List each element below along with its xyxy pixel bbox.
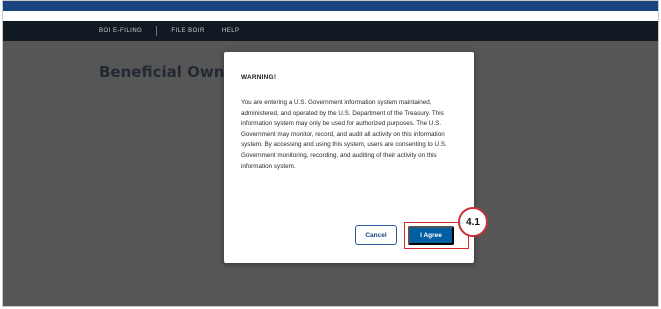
step-callout-badge: 4.1	[458, 207, 488, 237]
top-banner-stripe	[3, 1, 658, 11]
nav-item-file-boir[interactable]: FILE BOIR	[171, 28, 205, 34]
nav-divider	[156, 26, 158, 36]
cancel-button[interactable]: Cancel	[355, 225, 397, 245]
nav-item-boi-efiling[interactable]: BOI E-FILING	[99, 28, 142, 34]
nav-item-help[interactable]: HELP	[222, 28, 240, 34]
agree-button[interactable]: I Agree	[408, 226, 454, 245]
navbar: BOI E-FILING FILE BOIR HELP	[3, 21, 658, 41]
screenshot-frame: BOI E-FILING FILE BOIR HELP Beneficial O…	[2, 0, 659, 307]
modal-body-text: You are entering a U.S. Government infor…	[241, 99, 447, 170]
top-banner-spacer	[3, 11, 658, 21]
nav-divider	[213, 26, 214, 36]
warning-modal: WARNING! You are entering a U.S. Governm…	[224, 52, 474, 263]
modal-heading: WARNING!	[241, 74, 277, 81]
